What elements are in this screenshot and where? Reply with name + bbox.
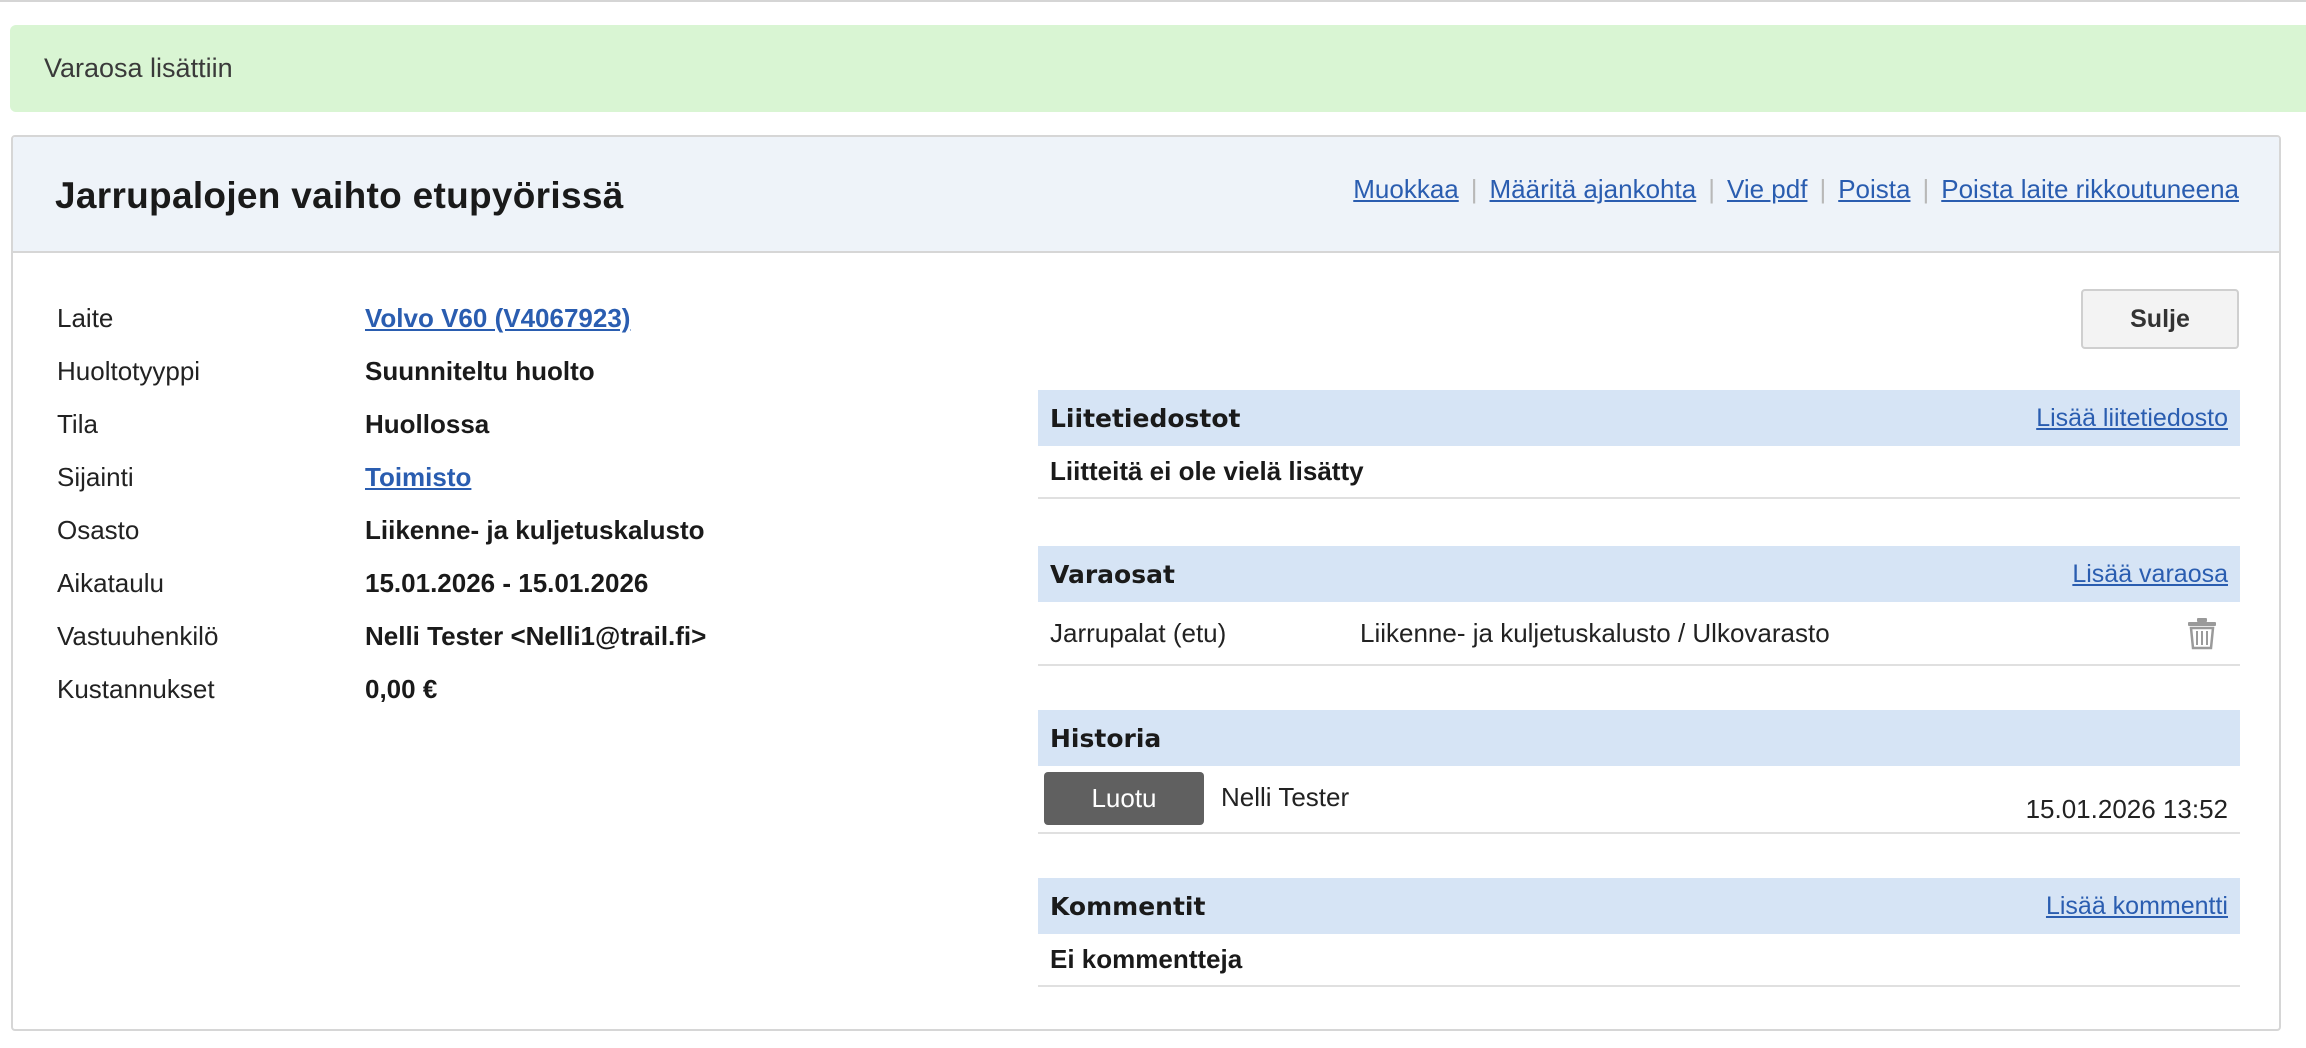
detail-label: Aikataulu: [57, 568, 164, 598]
spare-part-row: Jarrupalat (etu) Liikenne- ja kuljetuska…: [1038, 602, 2240, 666]
history-section: Historia Luotu Nelli Tester 15.01.2026 1…: [1038, 710, 2240, 834]
export-pdf-link[interactable]: Vie pdf: [1727, 174, 1807, 205]
delete-link[interactable]: Poista: [1838, 174, 1910, 205]
detail-row-schedule: Aikataulu 15.01.2026 - 15.01.2026: [57, 557, 706, 610]
part-location: Liikenne- ja kuljetuskalusto / Ulkovaras…: [1360, 617, 1830, 648]
detail-value: 15.01.2026 - 15.01.2026: [365, 568, 649, 598]
event-badge: Luotu: [1044, 772, 1204, 825]
detail-value: Nelli Tester <Nelli1@trail.fi>: [365, 621, 707, 651]
edit-link[interactable]: Muokkaa: [1353, 174, 1459, 205]
spare-parts-section: Varaosat Lisää varaosa Jarrupalat (etu) …: [1038, 546, 2240, 666]
detail-label: Vastuuhenkilö: [57, 621, 219, 651]
page-title: Jarrupalojen vaihto etupyörissä: [55, 175, 624, 216]
detail-row-status: Tila Huollossa: [57, 398, 706, 451]
section-header: Varaosat Lisää varaosa: [1038, 546, 2240, 602]
separator: |: [1922, 174, 1930, 204]
delete-as-broken-link[interactable]: Poista laite rikkoutuneena: [1941, 174, 2239, 205]
section-title: Varaosat: [1050, 559, 1175, 589]
detail-row-maintenance-type: Huoltotyyppi Suunniteltu huolto: [57, 345, 706, 398]
empty-message: Liitteitä ei ole vielä lisätty: [1050, 456, 1364, 486]
comments-section: Kommentit Lisää kommentti Ei kommentteja: [1038, 878, 2240, 987]
detail-value: Suunniteltu huolto: [365, 356, 595, 386]
detail-label: Osasto: [57, 515, 140, 545]
trash-icon[interactable]: [2184, 615, 2220, 651]
section-header: Kommentit Lisää kommentti: [1038, 878, 2240, 934]
history-timestamp: 15.01.2026 13:52: [2025, 794, 2228, 824]
alert-message: Varaosa lisättiin: [44, 53, 233, 83]
add-spare-part-link[interactable]: Lisää varaosa: [2072, 560, 2228, 589]
detail-label: Sijainti: [57, 462, 134, 492]
detail-row-location: Sijainti Toimisto: [57, 451, 706, 504]
schedule-link[interactable]: Määritä ajankohta: [1490, 174, 1697, 205]
part-name: Jarrupalat (etu): [1050, 617, 1227, 648]
success-alert: Varaosa lisättiin: [10, 25, 2306, 112]
detail-label: Laite: [57, 303, 114, 333]
detail-label: Huoltotyyppi: [57, 356, 201, 386]
section-title: Liitetiedostot: [1050, 403, 1241, 433]
section-title: Historia: [1050, 723, 1162, 753]
section-title: Kommentit: [1050, 891, 1206, 921]
add-comment-link[interactable]: Lisää kommentti: [2046, 892, 2228, 921]
device-link[interactable]: Volvo V60 (V4067923): [365, 303, 630, 333]
detail-row-responsible: Vastuuhenkilö Nelli Tester <Nelli1@trail…: [57, 610, 706, 663]
panel-header: Jarrupalojen vaihto etupyörissä Muokkaa …: [13, 137, 2279, 253]
detail-value: Huollossa: [365, 409, 490, 439]
location-link[interactable]: Toimisto: [365, 462, 471, 492]
separator: |: [1708, 174, 1715, 204]
close-button[interactable]: Sulje: [2081, 289, 2239, 349]
detail-row-department: Osasto Liikenne- ja kuljetuskalusto: [57, 504, 706, 557]
detail-value: Liikenne- ja kuljetuskalusto: [365, 515, 705, 545]
detail-row-device: Laite Volvo V60 (V4067923): [57, 292, 706, 345]
top-border: [0, 0, 2306, 2]
detail-label: Tila: [57, 409, 98, 439]
detail-label: Kustannukset: [57, 674, 215, 704]
detail-row-costs: Kustannukset 0,00 €: [57, 663, 706, 716]
history-user: Nelli Tester: [1221, 782, 1350, 812]
attachments-body: Liitteitä ei ole vielä lisätty: [1038, 446, 2240, 499]
history-entry: Luotu Nelli Tester 15.01.2026 13:52: [1038, 766, 2240, 834]
section-header: Historia: [1038, 710, 2240, 766]
details-list: Laite Volvo V60 (V4067923) Huoltotyyppi …: [57, 292, 706, 716]
empty-message: Ei kommentteja: [1050, 944, 1243, 974]
action-links: Muokkaa | Määritä ajankohta | Vie pdf | …: [1353, 174, 2239, 205]
section-header: Liitetiedostot Lisää liitetiedosto: [1038, 390, 2240, 446]
add-attachment-link[interactable]: Lisää liitetiedosto: [2036, 404, 2228, 433]
attachments-section: Liitetiedostot Lisää liitetiedosto Liitt…: [1038, 390, 2240, 499]
maintenance-panel: Jarrupalojen vaihto etupyörissä Muokkaa …: [11, 135, 2281, 1031]
comments-body: Ei kommentteja: [1038, 934, 2240, 987]
separator: |: [1470, 174, 1478, 204]
detail-value: 0,00 €: [365, 674, 438, 704]
separator: |: [1819, 174, 1827, 204]
